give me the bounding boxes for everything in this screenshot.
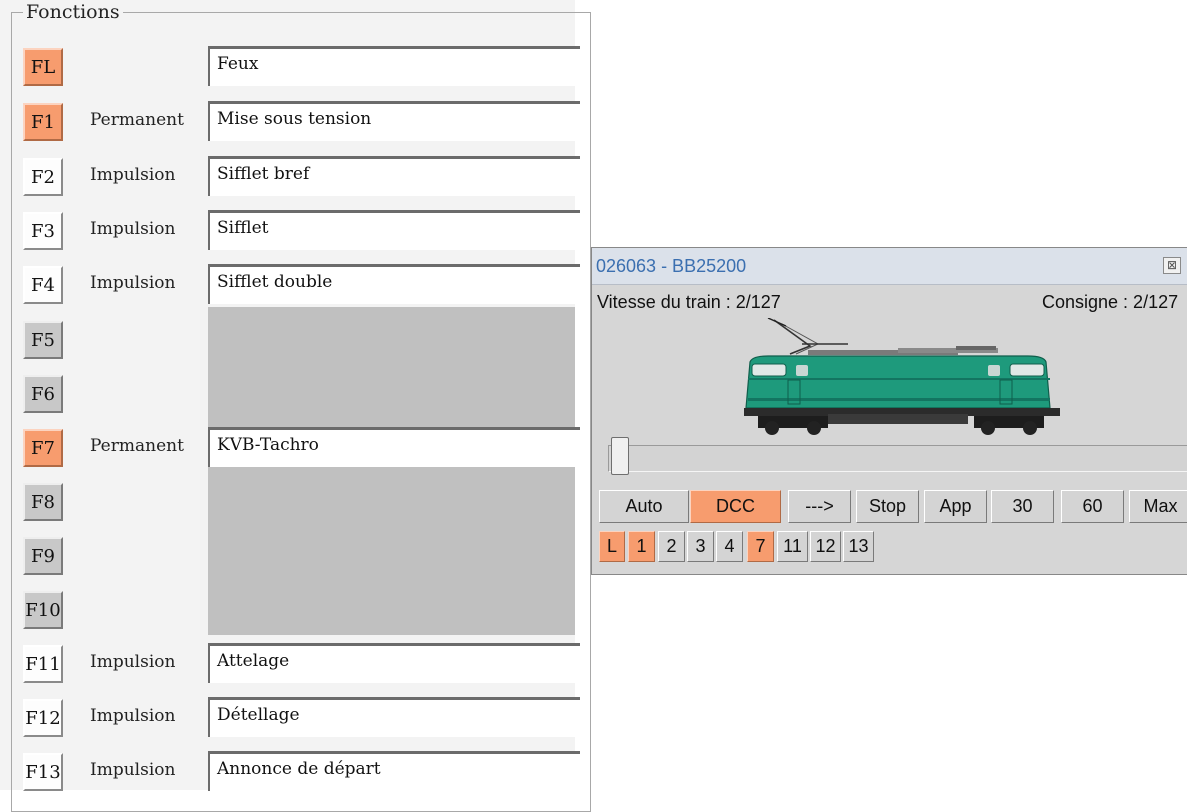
function-mode: Impulsion xyxy=(90,652,176,672)
loco-control-window: 026063 - BB25200 ⊠ Vitesse du train : 2/… xyxy=(591,247,1187,575)
function-button-f1[interactable]: F1 xyxy=(23,103,63,141)
function-name-field[interactable]: Sifflet bref xyxy=(208,156,580,196)
quick-function-13[interactable]: 13 xyxy=(843,531,874,562)
function-button-f5[interactable]: F5 xyxy=(23,321,63,359)
dcc-button[interactable]: DCC xyxy=(690,490,781,523)
function-row-f8: F8 xyxy=(0,475,575,531)
function-row-f3: F3 Impulsion Sifflet xyxy=(0,204,580,260)
speed-slider-thumb[interactable] xyxy=(611,437,629,475)
function-button-f7[interactable]: F7 xyxy=(23,429,63,467)
function-name-field[interactable]: Feux xyxy=(208,46,580,86)
function-name-field[interactable]: Sifflet double xyxy=(208,264,580,304)
direction-button[interactable]: ---> xyxy=(788,490,851,523)
function-button-f3[interactable]: F3 xyxy=(23,212,63,250)
quick-function-11[interactable]: 11 xyxy=(777,531,808,562)
function-mode: Impulsion xyxy=(90,273,176,293)
quick-function-l[interactable]: L xyxy=(599,531,625,562)
function-row-f10: F10 xyxy=(0,583,575,639)
function-name-field[interactable]: Attelage xyxy=(208,643,580,683)
quick-function-1[interactable]: 1 xyxy=(628,531,655,562)
function-name-field[interactable]: Annonce de départ xyxy=(208,751,580,791)
quick-function-3[interactable]: 3 xyxy=(687,531,714,562)
function-row-f13: F13 Impulsion Annonce de départ xyxy=(0,745,580,801)
function-mode: Impulsion xyxy=(90,706,176,726)
function-button-fl[interactable]: FL xyxy=(23,48,63,86)
auto-button[interactable]: Auto xyxy=(599,490,689,523)
function-row-f1: F1 Permanent Mise sous tension xyxy=(0,95,580,151)
function-row-f5: F5 xyxy=(0,313,575,369)
function-name-field[interactable]: Mise sous tension xyxy=(208,101,580,141)
function-name-field[interactable]: Détellage xyxy=(208,697,580,737)
function-row-f2: F2 Impulsion Sifflet bref xyxy=(0,150,580,206)
function-button-f8[interactable]: F8 xyxy=(23,483,63,521)
function-mode: Impulsion xyxy=(90,165,176,185)
function-button-f6[interactable]: F6 xyxy=(23,375,63,413)
function-row-f11: F11 Impulsion Attelage xyxy=(0,637,580,693)
locomotive-image xyxy=(744,318,1060,435)
function-row-fl: FL Feux xyxy=(0,40,580,96)
function-name-field[interactable]: Sifflet xyxy=(208,210,580,250)
function-row-f7: F7 Permanent KVB-Tachro xyxy=(0,421,580,477)
speed-30-button[interactable]: 30 xyxy=(991,490,1054,523)
function-mode: Permanent xyxy=(90,110,184,130)
function-row-f4: F4 Impulsion Sifflet double xyxy=(0,258,580,314)
function-button-f4[interactable]: F4 xyxy=(23,266,63,304)
function-button-f13[interactable]: F13 xyxy=(23,753,63,791)
function-mode: Impulsion xyxy=(90,760,176,780)
function-button-f2[interactable]: F2 xyxy=(23,158,63,196)
quick-function-7[interactable]: 7 xyxy=(747,531,774,562)
function-button-f10[interactable]: F10 xyxy=(23,591,63,629)
app-button[interactable]: App xyxy=(924,490,987,523)
function-button-f12[interactable]: F12 xyxy=(23,699,63,737)
function-mode: Impulsion xyxy=(90,219,176,239)
fonctions-legend: Fonctions xyxy=(23,3,123,22)
function-row-f6: F6 xyxy=(0,367,575,423)
function-row-f9: F9 xyxy=(0,529,575,585)
function-button-f11[interactable]: F11 xyxy=(23,645,63,683)
fonctions-panel: Fonctions FL Feux F1 Permanent Mise sous… xyxy=(0,0,591,812)
function-mode: Permanent xyxy=(90,436,184,456)
window-titlebar[interactable]: 026063 - BB25200 ⊠ xyxy=(592,248,1187,285)
speed-60-button[interactable]: 60 xyxy=(1061,490,1124,523)
speed-slider-track[interactable] xyxy=(608,445,1187,472)
max-button[interactable]: Max xyxy=(1129,490,1187,523)
function-row-f12: F12 Impulsion Détellage xyxy=(0,691,580,747)
quick-function-4[interactable]: 4 xyxy=(716,531,743,562)
close-icon[interactable]: ⊠ xyxy=(1163,257,1181,274)
window-title: 026063 - BB25200 xyxy=(596,256,747,276)
train-speed-label: Vitesse du train : 2/127 xyxy=(597,292,781,312)
consigne-label: Consigne : 2/127 xyxy=(1042,292,1179,312)
function-name-field[interactable]: KVB-Tachro xyxy=(208,427,580,467)
function-button-f9[interactable]: F9 xyxy=(23,537,63,575)
quick-function-12[interactable]: 12 xyxy=(810,531,841,562)
quick-function-2[interactable]: 2 xyxy=(658,531,685,562)
stop-button[interactable]: Stop xyxy=(856,490,919,523)
